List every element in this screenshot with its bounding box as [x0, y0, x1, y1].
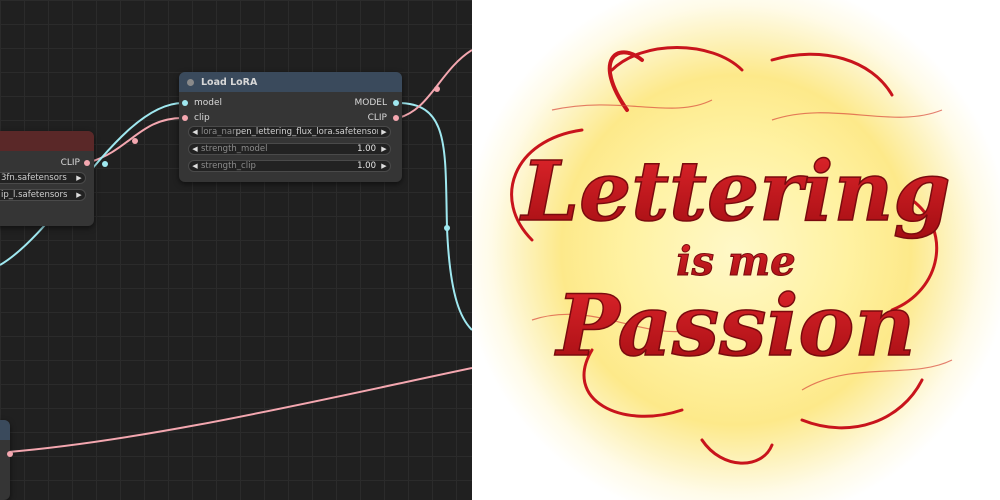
- lora-name-value: pen_lettering_flux_lora.safetensors: [235, 127, 378, 137]
- strength-model-label: strength_model: [201, 144, 268, 154]
- clip-file2-combo[interactable]: ip_l.safetensors ▶: [0, 189, 86, 201]
- bottom-node-clip-socket[interactable]: [7, 451, 13, 457]
- output-image: Lettering is me Passion: [472, 0, 1000, 500]
- clip-input-label: clip: [194, 113, 210, 123]
- model-input-row: model: [182, 97, 222, 109]
- bottom-clip-wire: [7, 367, 472, 453]
- clip-output-socket[interactable]: [393, 115, 399, 121]
- model-input-socket[interactable]: [182, 100, 188, 106]
- strength-model-slider[interactable]: ◀ strength_model 1.00 ▶: [188, 143, 391, 155]
- lettering-line1: Lettering: [519, 144, 950, 240]
- clip-loader-node[interactable]: CLIP 3fn.safetensors ▶ ip_l.safetensors …: [0, 131, 94, 226]
- lora-name-combo[interactable]: ◀ lora_narpen_lettering_flux_lora.safete…: [188, 126, 391, 138]
- collapse-dot-icon[interactable]: [187, 78, 194, 86]
- chevron-right-icon[interactable]: ▶: [378, 162, 390, 170]
- lora-name-label: lora_nar: [201, 127, 236, 137]
- strength-model-value: 1.00: [357, 144, 376, 154]
- lora-name-text: lora_narpen_lettering_flux_lora.safetens…: [201, 127, 378, 137]
- bottom-node[interactable]: [0, 420, 13, 500]
- chevron-left-icon[interactable]: ◀: [189, 145, 201, 153]
- chevron-right-icon[interactable]: ▶: [73, 191, 85, 199]
- flourish-bottom-right: [800, 378, 924, 430]
- clip-input-row: clip: [182, 112, 210, 124]
- bottom-node-socket-row: [7, 448, 13, 460]
- node-graph-canvas[interactable]: CLIP 3fn.safetensors ▶ ip_l.safetensors …: [0, 0, 472, 500]
- strength-clip-slider[interactable]: ◀ strength_clip 1.00 ▶: [188, 160, 391, 172]
- model-output-row: MODEL: [355, 97, 399, 109]
- clip-output-label: CLIP: [60, 158, 80, 168]
- lettering-artwork: Lettering is me Passion: [510, 46, 953, 465]
- clip-file1-combo[interactable]: 3fn.safetensors ▶: [0, 172, 86, 184]
- model-wire-midpoint: [102, 161, 108, 167]
- clip-output-label: CLIP: [367, 113, 387, 123]
- clip-output-socket[interactable]: [84, 160, 90, 166]
- chevron-right-icon[interactable]: ▶: [378, 145, 390, 153]
- chevron-left-icon[interactable]: ◀: [189, 128, 201, 136]
- flourish-bottom: [700, 438, 774, 465]
- clip-output-wire: [397, 49, 472, 119]
- clip-file1-value: 3fn.safetensors: [1, 173, 67, 183]
- load-lora-header[interactable]: Load LoRA: [179, 72, 402, 92]
- model-output-socket[interactable]: [393, 100, 399, 106]
- clip-loader-header[interactable]: [0, 131, 94, 151]
- clip-input-socket[interactable]: [182, 115, 188, 121]
- strength-clip-value: 1.00: [357, 161, 376, 171]
- chevron-right-icon[interactable]: ▶: [378, 128, 390, 136]
- model-output-label: MODEL: [354, 98, 387, 108]
- model-input-label: model: [194, 98, 223, 108]
- clip-wire-midpoint: [132, 138, 138, 144]
- chevron-right-icon[interactable]: ▶: [73, 174, 85, 182]
- flourish-top-left: [610, 46, 744, 72]
- clip-output-midpoint: [434, 86, 440, 92]
- bottom-node-header[interactable]: [0, 420, 10, 440]
- clip-output-row: CLIP: [61, 157, 90, 169]
- clip-file2-value: ip_l.safetensors: [1, 190, 68, 200]
- chevron-left-icon[interactable]: ◀: [189, 162, 201, 170]
- flourish-top-right: [770, 52, 894, 97]
- lettering-line3: Passion: [555, 276, 916, 375]
- model-output-midpoint: [444, 225, 450, 231]
- load-lora-node[interactable]: Load LoRA model MODEL clip CLIP ◀ lora_n…: [179, 72, 402, 182]
- clip-output-row: CLIP: [368, 112, 399, 124]
- load-lora-title: Load LoRA: [201, 76, 258, 88]
- model-output-wire: [397, 102, 472, 331]
- strength-clip-label: strength_clip: [201, 161, 256, 171]
